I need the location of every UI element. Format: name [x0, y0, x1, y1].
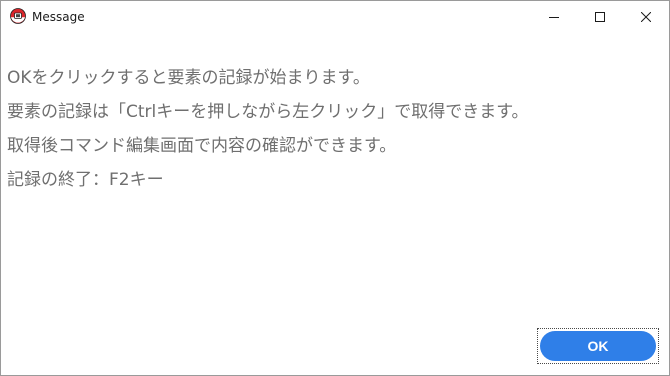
maximize-icon [595, 11, 605, 22]
record-app-icon [10, 8, 26, 24]
message-line: OKをクリックすると要素の記録が始まります。 [7, 68, 370, 88]
message-body: OKをクリックすると要素の記録が始まります。 要素の記録は「Ctrlキーを押しな… [7, 61, 657, 197]
ok-button-focus-ring: OK [537, 328, 659, 364]
minimize-icon [549, 12, 559, 22]
window-title: Message [32, 10, 85, 24]
minimize-button[interactable] [531, 1, 577, 32]
close-icon [641, 11, 651, 22]
title-bar[interactable]: Message [1, 1, 669, 32]
close-button[interactable] [623, 1, 669, 32]
message-line: 要素の記録は「Ctrlキーを押しながら左クリック」で取得できます。 [7, 102, 529, 122]
message-line: 取得後コマンド編集画面で内容の確認ができます。 [7, 136, 397, 156]
message-line: 記録の終了：F2キー [7, 170, 164, 190]
message-dialog: Message OKをクリックすると要素の記録が始まります。 要素の記録は「Ct… [0, 0, 670, 376]
ok-button[interactable]: OK [540, 331, 656, 361]
maximize-button[interactable] [577, 1, 623, 32]
